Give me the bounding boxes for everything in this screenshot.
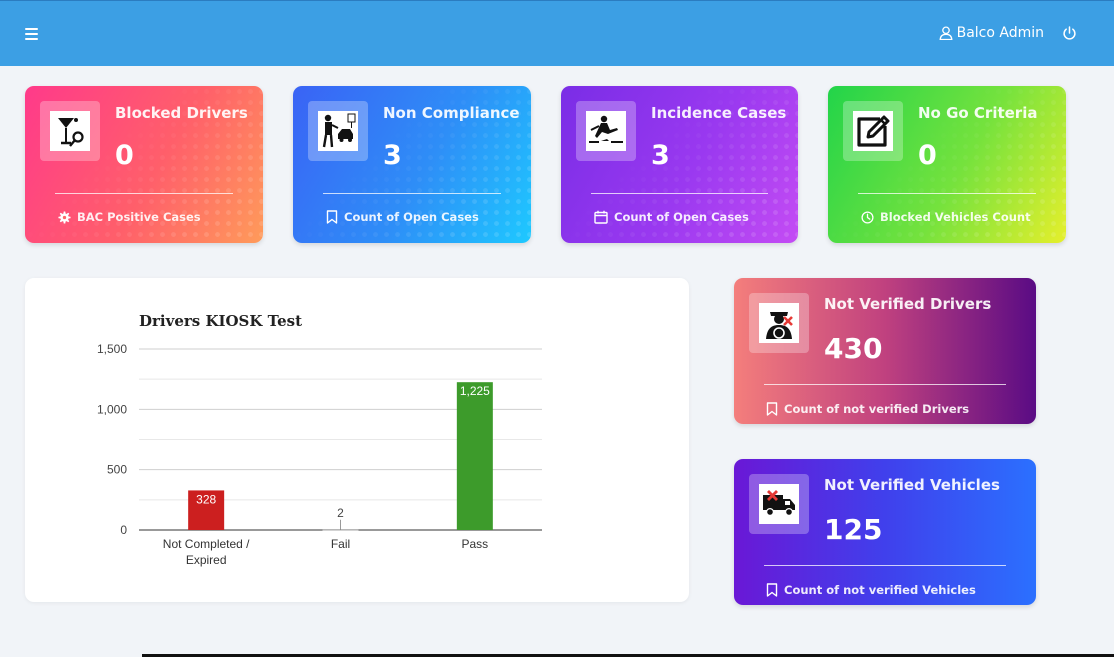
edit-icon [853, 111, 893, 151]
card-title: Not Verified Vehicles [824, 476, 1000, 494]
y-tick-label: 1,000 [97, 402, 127, 416]
x-tick-label: Pass [461, 537, 488, 551]
card-footer: Count of Open Cases [326, 210, 479, 224]
kiosk-bar-chart: 0 500 1,000 1,500 328 Not Completed / Expired 2… [97, 342, 542, 567]
card-footer: Count of Open Cases [594, 210, 749, 224]
x-tick-label: Not Completed / [163, 537, 250, 551]
card-footer: Count of not verified Vehicles [766, 583, 976, 597]
card-footer-label: Count of Open Cases [614, 210, 749, 224]
blocked-drivers-card[interactable]: Blocked Drivers 0 BAC Positive Cases [25, 86, 263, 243]
divider [55, 193, 233, 194]
kiosk-chart-panel: Drivers KIOSK Test 0 500 1,000 1,500 328 Not … [25, 278, 689, 602]
truck-cross-icon [759, 484, 799, 524]
card-title: No Go Criteria [918, 104, 1038, 122]
x-tick-label: Fail [331, 537, 350, 551]
card-footer: BAC Positive Cases [58, 210, 201, 224]
divider [764, 565, 1006, 566]
incidence-cases-card[interactable]: Incidence Cases 3 Count of Open Cases [561, 86, 798, 243]
bar-2 [456, 382, 493, 530]
divider [323, 193, 501, 194]
card-title: Non Compliance [383, 104, 520, 122]
data-label: 1,225 [460, 384, 490, 398]
data-label: 328 [196, 492, 216, 506]
y-tick-label: 500 [107, 463, 127, 477]
card-title: Incidence Cases [651, 104, 787, 122]
power-icon[interactable] [1062, 26, 1077, 45]
card-title: Blocked Drivers [115, 104, 248, 122]
not-verified-drivers-card[interactable]: Not Verified Drivers 430 Count of not ve… [734, 278, 1036, 424]
card-value: 0 [115, 140, 134, 171]
user-menu[interactable]: Balco Admin [939, 25, 1044, 41]
police-icon [318, 111, 358, 151]
alcohol-icon [50, 111, 90, 151]
card-footer: Blocked Vehicles Count [861, 210, 1031, 224]
icon-box [40, 101, 100, 161]
no-go-criteria-card[interactable]: No Go Criteria 0 Blocked Vehicles Count [828, 86, 1066, 243]
card-footer-label: Count of not verified Drivers [784, 402, 970, 416]
card-footer-label: Count of Open Cases [344, 210, 479, 224]
top-navbar: Balco Admin [0, 0, 1114, 66]
bookmark-icon [766, 402, 778, 416]
y-tick-label: 1,500 [97, 342, 127, 356]
card-title: Not Verified Drivers [824, 295, 992, 313]
card-value: 3 [383, 140, 402, 171]
calendar-icon [594, 210, 608, 224]
card-value: 430 [824, 332, 883, 365]
divider [764, 384, 1006, 385]
x-tick-label: Expired [186, 553, 227, 567]
icon-box [843, 101, 903, 161]
card-footer: Count of not verified Drivers [766, 402, 969, 416]
bookmark-icon [766, 583, 778, 597]
data-label: 2 [337, 506, 344, 520]
y-tick-label: 0 [120, 523, 127, 537]
non-compliance-card[interactable]: Non Compliance 3 Count of Open Cases [293, 86, 531, 243]
clock-icon [861, 210, 874, 224]
card-value: 125 [824, 513, 883, 546]
hamburger-icon[interactable] [25, 28, 38, 40]
bar-1 [322, 529, 359, 531]
user-name: Balco Admin [956, 25, 1044, 41]
icon-box [576, 101, 636, 161]
slip-icon [586, 111, 626, 151]
gear-icon [58, 210, 71, 224]
icon-box [749, 293, 809, 353]
bookmark-icon [326, 210, 338, 224]
card-footer-label: BAC Positive Cases [77, 210, 201, 224]
icon-box [308, 101, 368, 161]
divider [591, 193, 768, 194]
not-verified-vehicles-card[interactable]: Not Verified Vehicles 125 Count of not v… [734, 459, 1036, 605]
divider [858, 193, 1036, 194]
card-footer-label: Count of not verified Vehicles [784, 583, 976, 597]
icon-box [749, 474, 809, 534]
card-value: 3 [651, 140, 670, 171]
driver-cross-icon [759, 303, 799, 343]
card-value: 0 [918, 140, 937, 171]
card-footer-label: Blocked Vehicles Count [880, 210, 1031, 224]
user-icon [939, 26, 953, 40]
